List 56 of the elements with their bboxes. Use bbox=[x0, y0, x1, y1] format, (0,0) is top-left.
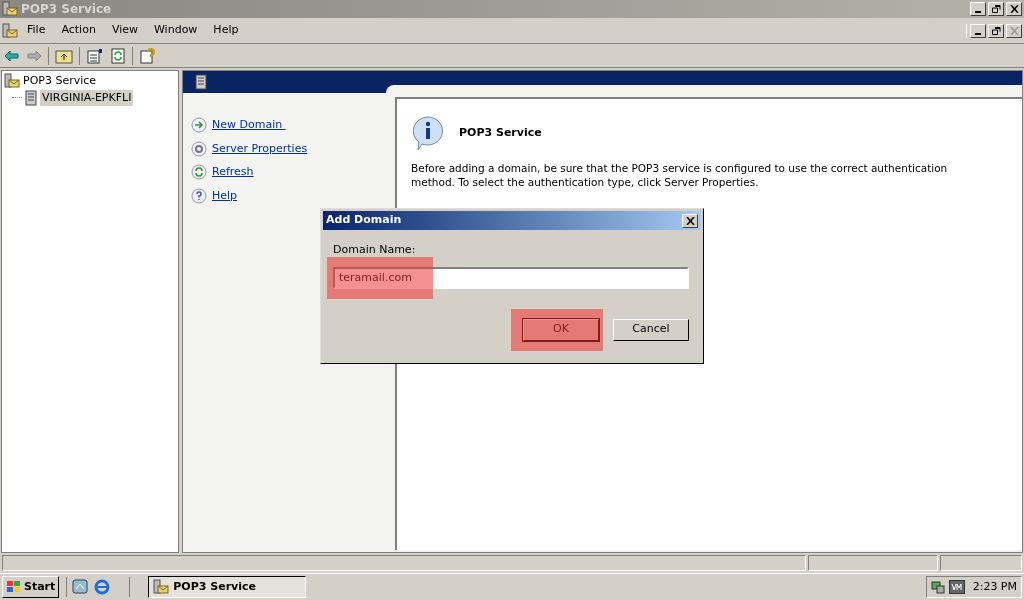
network-icon bbox=[931, 580, 945, 594]
taskbar-button[interactable]: POP3 Service bbox=[148, 576, 307, 598]
task-link[interactable]: Server Properties bbox=[212, 140, 308, 157]
help-icon bbox=[191, 187, 207, 204]
close-button[interactable] bbox=[682, 213, 698, 228]
cancel-button[interactable]: Cancel bbox=[613, 318, 689, 341]
start-button[interactable]: Start bbox=[2, 576, 60, 598]
folder-up-icon[interactable] bbox=[55, 47, 73, 64]
minimize-button[interactable] bbox=[970, 23, 986, 38]
menu-item[interactable]: View bbox=[104, 20, 145, 41]
tree-item[interactable]: VIRGINIA-EPKFLI bbox=[40, 89, 134, 106]
close-icon bbox=[685, 216, 695, 225]
windows-logo-icon bbox=[6, 580, 22, 594]
minimize-button[interactable] bbox=[970, 2, 986, 16]
task-link[interactable]: Refresh bbox=[212, 164, 254, 181]
mail-server-icon bbox=[2, 22, 18, 39]
info-text: Before adding a domain, be sure that the POP3 service is configured to use the correct authentication method. To select the authentication type, click Server Properties. bbox=[411, 161, 949, 189]
mail-server-icon bbox=[153, 579, 170, 595]
close-button[interactable] bbox=[1006, 23, 1022, 38]
server-icon bbox=[195, 74, 207, 90]
close-button[interactable] bbox=[1006, 2, 1022, 16]
menu-item[interactable]: File bbox=[20, 20, 53, 41]
close-icon bbox=[1009, 5, 1019, 13]
tree-item[interactable]: POP3 Service bbox=[23, 73, 97, 90]
properties-icon[interactable] bbox=[86, 47, 104, 64]
desktop-icon[interactable] bbox=[71, 578, 90, 596]
minimize-icon bbox=[975, 11, 981, 13]
dialog-title: Add Domain bbox=[326, 212, 402, 229]
restore-icon bbox=[991, 26, 1001, 35]
arrow-circle-icon bbox=[191, 117, 207, 134]
window-title: POP3 Service bbox=[21, 1, 112, 18]
restore-icon bbox=[991, 5, 1001, 13]
info-title: POP3 Service bbox=[459, 124, 542, 141]
field-label: Domain Name: bbox=[333, 242, 417, 258]
info-icon bbox=[411, 115, 445, 151]
menu-item[interactable]: Help bbox=[206, 20, 246, 41]
task-link[interactable]: New Domain bbox=[212, 117, 286, 134]
refresh-icon[interactable] bbox=[110, 47, 126, 64]
restore-button[interactable] bbox=[988, 2, 1004, 16]
back-arrow-icon[interactable] bbox=[4, 49, 20, 62]
restore-button[interactable] bbox=[988, 23, 1004, 38]
minimize-icon bbox=[975, 32, 981, 35]
gear-icon bbox=[191, 140, 207, 157]
task-link[interactable]: Help bbox=[212, 187, 238, 204]
help-icon[interactable] bbox=[139, 47, 157, 64]
refresh-icon bbox=[191, 164, 207, 181]
mail-server-icon bbox=[2, 1, 18, 17]
domain-name-field[interactable]: teramail.com bbox=[333, 266, 689, 289]
close-icon bbox=[1009, 26, 1019, 35]
browser-icon[interactable] bbox=[93, 578, 112, 596]
mail-server-icon bbox=[4, 73, 20, 90]
menu-item[interactable]: Window bbox=[147, 20, 205, 41]
clock: 2:23 PM bbox=[972, 578, 1017, 595]
server-icon bbox=[25, 89, 37, 106]
menu-item[interactable]: Action bbox=[54, 20, 103, 41]
vm-tools-icon bbox=[949, 580, 965, 594]
